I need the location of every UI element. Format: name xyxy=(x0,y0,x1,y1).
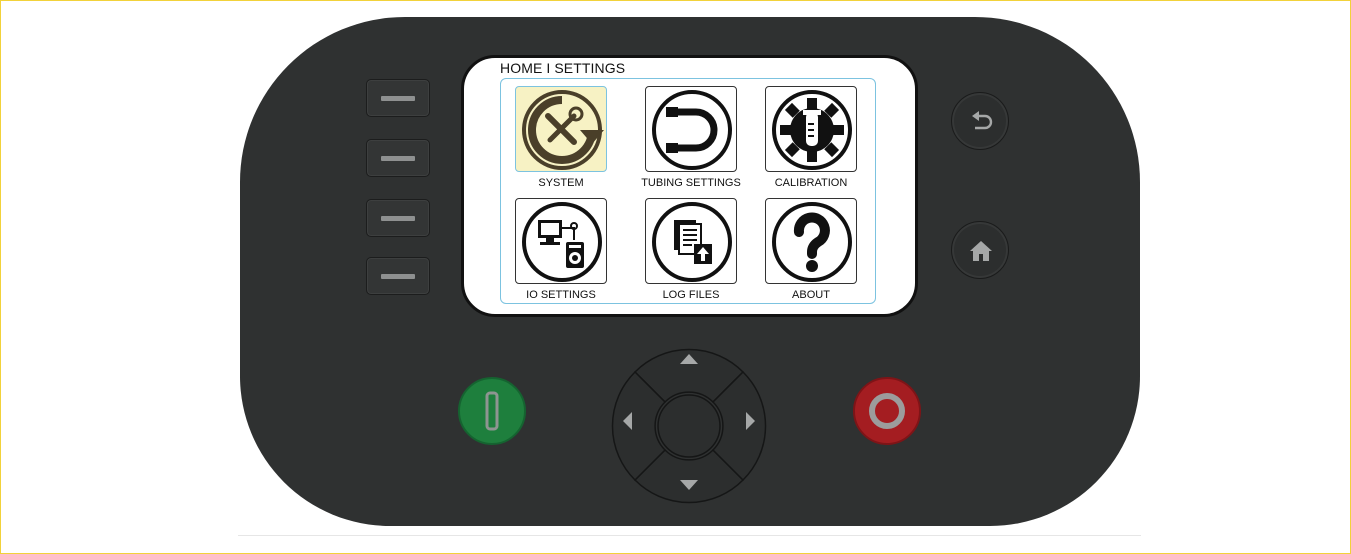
tile-about[interactable] xyxy=(765,198,857,284)
tile-label-calibration: CALIBRATION xyxy=(774,177,848,189)
tile-tubing-settings[interactable] xyxy=(645,86,737,172)
log-files-upload-icon xyxy=(652,202,732,282)
tile-system[interactable] xyxy=(515,86,607,172)
breadcrumb: HOME I SETTINGS xyxy=(500,60,626,76)
soft-key-1[interactable] xyxy=(366,79,430,117)
tile-label-about: ABOUT xyxy=(792,289,830,301)
soft-key-4[interactable] xyxy=(366,257,430,295)
soft-key-3[interactable] xyxy=(366,199,430,237)
back-arrow-icon xyxy=(972,111,993,130)
soft-key-bar xyxy=(381,156,415,161)
soft-key-bar xyxy=(381,216,415,221)
tile-label-io-settings: IO SETTINGS xyxy=(526,289,596,301)
stop-button[interactable] xyxy=(853,377,921,445)
home-icon xyxy=(970,241,992,261)
system-tools-icon xyxy=(522,90,604,170)
dpad-center-button[interactable] xyxy=(657,394,721,458)
calibration-gear-icon xyxy=(772,90,852,170)
stop-power-o-icon xyxy=(869,393,905,429)
start-button[interactable] xyxy=(458,377,526,445)
tile-calibration[interactable] xyxy=(765,86,857,172)
back-button[interactable] xyxy=(951,92,1009,150)
start-power-i-icon xyxy=(485,391,499,431)
tile-io-settings[interactable] xyxy=(515,198,607,284)
soft-key-bar xyxy=(381,96,415,101)
soft-key-2[interactable] xyxy=(366,139,430,177)
tubing-icon xyxy=(652,90,732,170)
soft-key-bar xyxy=(381,274,415,279)
home-button[interactable] xyxy=(951,221,1009,279)
question-mark-icon xyxy=(772,202,852,282)
io-computer-device-icon xyxy=(522,202,602,282)
tile-label-log-files: LOG FILES xyxy=(662,289,720,301)
tile-log-files[interactable] xyxy=(645,198,737,284)
navigation-dpad xyxy=(611,348,767,504)
tile-label-tubing-settings: TUBING SETTINGS xyxy=(641,177,741,189)
base-line xyxy=(238,535,1141,536)
tile-label-system: SYSTEM xyxy=(538,177,584,189)
